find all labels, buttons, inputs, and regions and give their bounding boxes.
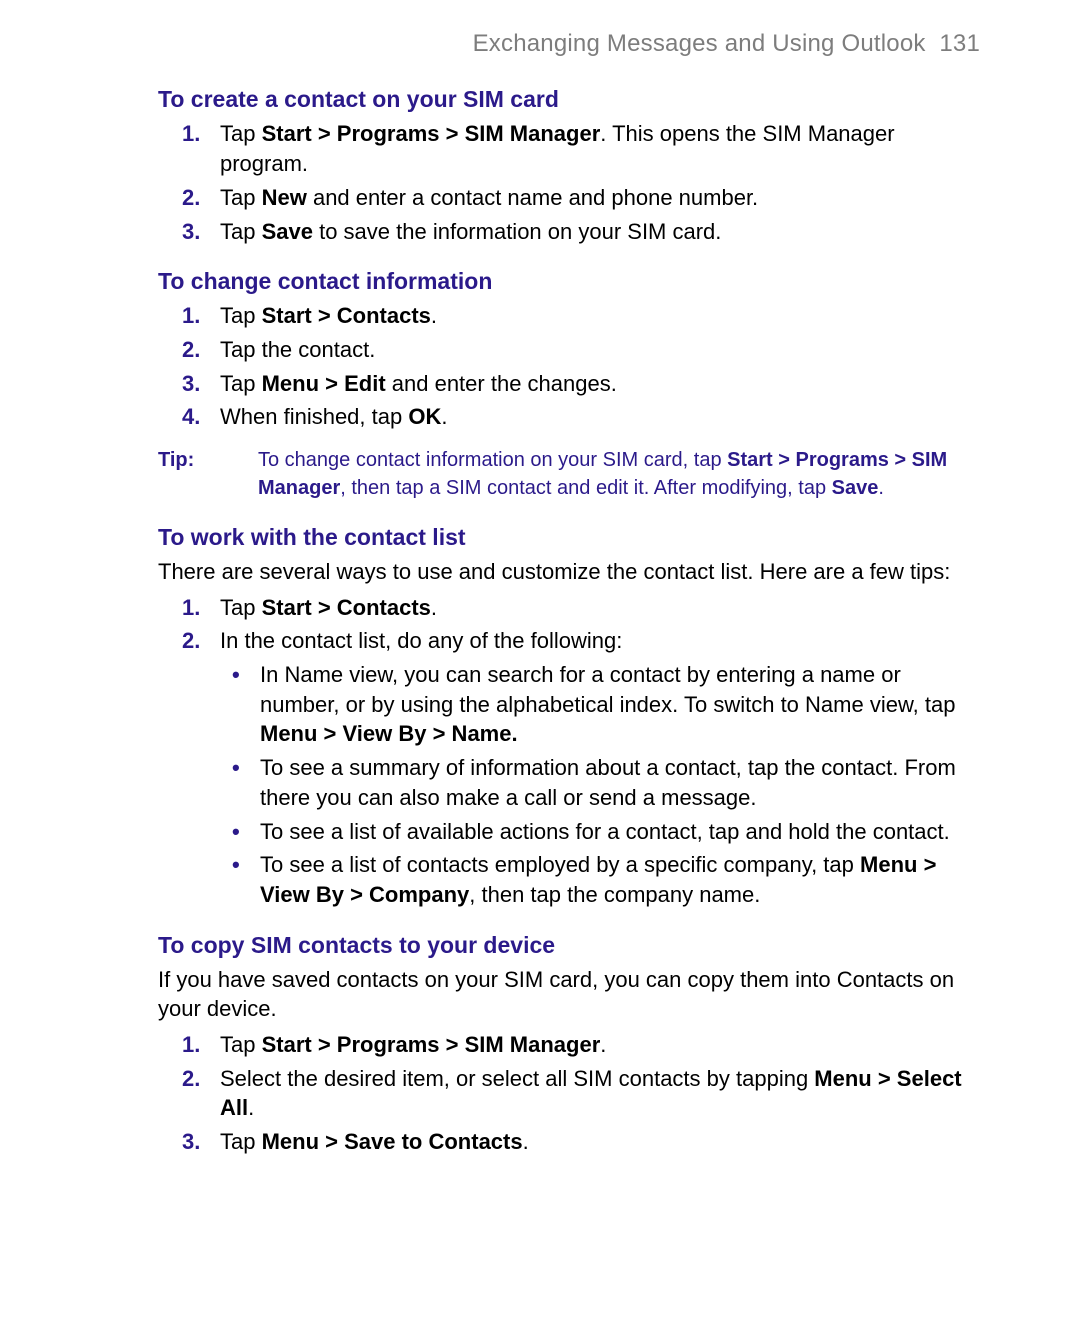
list-item: Select the desired item, or select all S… [158,1064,980,1123]
heading-copy-sim: To copy SIM contacts to your device [158,930,980,961]
tip-label: Tip: [158,446,258,502]
list-item: Tap Start > Contacts. [158,593,980,623]
list-item: Tap Menu > Edit and enter the changes. [158,369,980,399]
page-number: 131 [939,30,980,57]
tip-row: Tip: To change contact information on yo… [158,446,980,502]
copysim-intro: If you have saved contacts on your SIM c… [158,965,980,1024]
list-item: Tap Menu > Save to Contacts. [158,1127,980,1157]
list-item: In the contact list, do any of the follo… [158,626,980,909]
page-header: Exchanging Messages and Using Outlook 13… [158,28,980,60]
worklist-bullets: In Name view, you can search for a conta… [220,660,980,910]
steps-change-contact: Tap Start > Contacts. Tap the contact. T… [158,301,980,432]
bullet-item: To see a summary of information about a … [220,753,980,812]
bullet-item: To see a list of contacts employed by a … [220,850,980,909]
list-item: Tap Start > Contacts. [158,301,980,331]
list-item: Tap Save to save the information on your… [158,217,980,247]
heading-work-list: To work with the contact list [158,522,980,553]
steps-copy-sim: Tap Start > Programs > SIM Manager. Sele… [158,1030,980,1157]
header-title: Exchanging Messages and Using Outlook [473,30,926,57]
list-item: Tap New and enter a contact name and pho… [158,183,980,213]
heading-change-contact: To change contact information [158,266,980,297]
heading-create-contact: To create a contact on your SIM card [158,84,980,115]
list-item: When finished, tap OK. [158,402,980,432]
steps-create-contact: Tap Start > Programs > SIM Manager. This… [158,119,980,246]
tip-body: To change contact information on your SI… [258,446,980,502]
list-item: Tap the contact. [158,335,980,365]
bullet-item: In Name view, you can search for a conta… [220,660,980,749]
worklist-intro: There are several ways to use and custom… [158,557,980,587]
list-item: Tap Start > Programs > SIM Manager. [158,1030,980,1060]
list-item: Tap Start > Programs > SIM Manager. This… [158,119,980,178]
steps-work-list: Tap Start > Contacts. In the contact lis… [158,593,980,910]
bullet-item: To see a list of available actions for a… [220,817,980,847]
